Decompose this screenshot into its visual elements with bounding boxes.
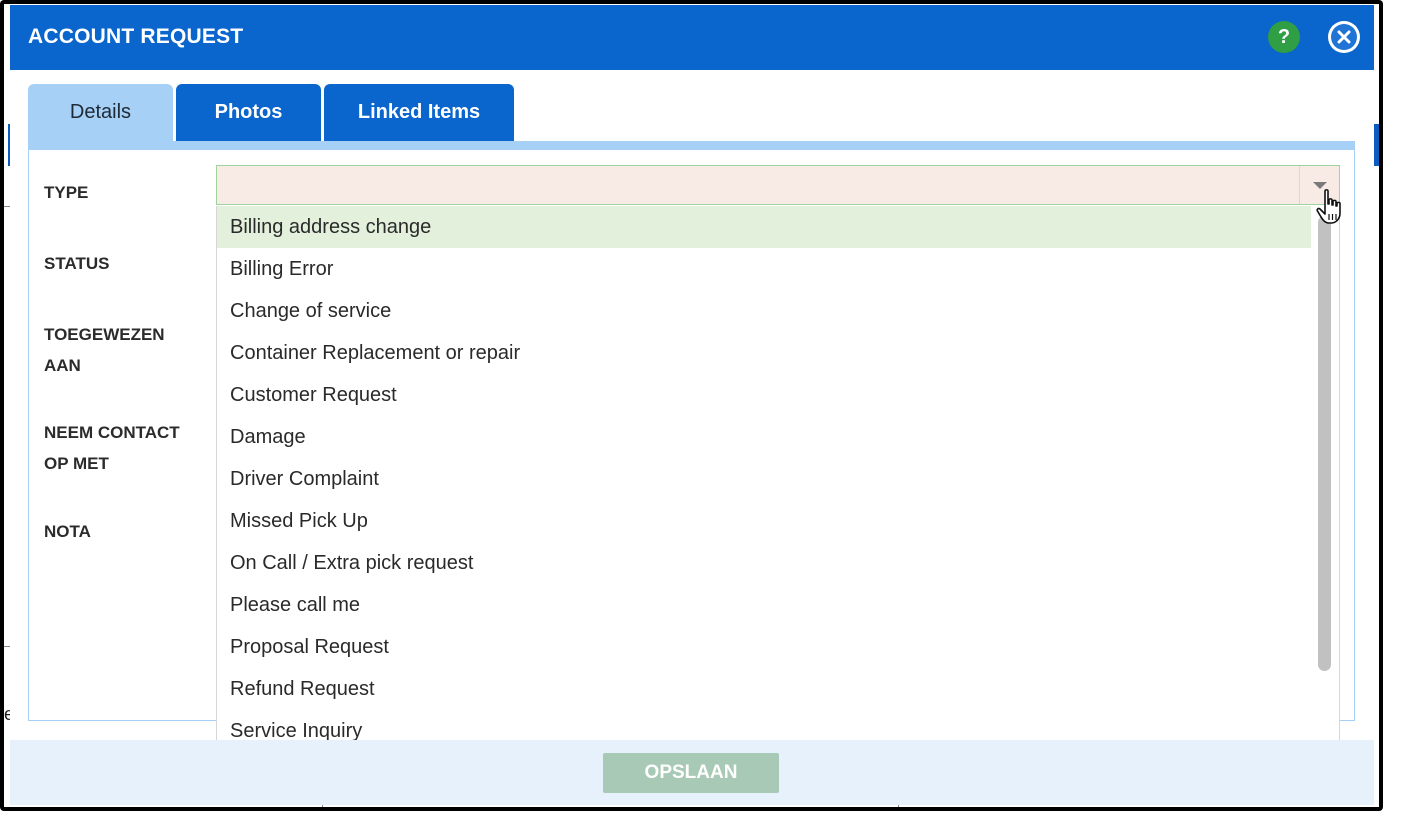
dropdown-option[interactable]: Billing Error <box>217 248 1311 290</box>
dropdown-option[interactable]: Driver Complaint <box>217 458 1311 500</box>
type-dropdown-list[interactable]: Billing address change Billing Error Cha… <box>216 206 1340 751</box>
note-label: NOTA <box>44 522 91 541</box>
dropdown-scrollbar[interactable] <box>1311 206 1339 750</box>
background-header-bar <box>1374 124 1379 166</box>
tab-photos[interactable]: Photos <box>176 84 321 141</box>
dropdown-scrollbar-thumb[interactable] <box>1318 216 1331 671</box>
contact-label-line1: NEEM CONTACT <box>44 423 180 442</box>
save-button[interactable]: OPSLAAN <box>603 753 779 793</box>
tab-details[interactable]: Details <box>28 84 173 141</box>
dropdown-option[interactable]: Refund Request <box>217 668 1311 710</box>
assigned-to-label-line1: TOEGEWEZEN <box>44 325 165 344</box>
assigned-to-label-line2: AAN <box>44 356 81 375</box>
dropdown-option[interactable]: Customer Request <box>217 374 1311 416</box>
tab-linked-items[interactable]: Linked Items <box>324 84 514 141</box>
tab-underline <box>28 141 1355 150</box>
dropdown-option[interactable]: On Call / Extra pick request <box>217 542 1311 584</box>
dropdown-option[interactable]: Proposal Request <box>217 626 1311 668</box>
help-icon: ? <box>1277 25 1291 48</box>
dropdown-option[interactable]: Billing address change <box>217 206 1311 248</box>
select-divider <box>1299 166 1300 204</box>
dropdown-option[interactable]: Container Replacement or repair <box>217 332 1311 374</box>
type-select[interactable] <box>216 165 1340 205</box>
contact-label-line2: OP MET <box>44 454 109 473</box>
status-label: STATUS <box>44 254 110 273</box>
close-button[interactable] <box>1328 21 1360 53</box>
hand-pointer-icon <box>1316 189 1341 224</box>
account-request-modal: ACCOUNT REQUEST ? Details Photos Linked … <box>10 5 1374 805</box>
assigned-to-label: TOEGEWEZEN AAN <box>44 319 165 381</box>
type-label: TYPE <box>44 183 89 202</box>
dropdown-option[interactable]: Missed Pick Up <box>217 500 1311 542</box>
dropdown-option[interactable]: Please call me <box>217 584 1311 626</box>
dropdown-option[interactable]: Damage <box>217 416 1311 458</box>
modal-header: ACCOUNT REQUEST ? <box>10 5 1374 70</box>
modal-footer: OPSLAAN <box>10 740 1374 805</box>
help-button[interactable]: ? <box>1268 21 1300 53</box>
modal-title: ACCOUNT REQUEST <box>28 25 244 48</box>
close-icon <box>1331 24 1357 50</box>
contact-label: NEEM CONTACT OP MET <box>44 417 180 479</box>
tab-bar: Details Photos Linked Items <box>28 84 517 141</box>
dropdown-option[interactable]: Change of service <box>217 290 1311 332</box>
